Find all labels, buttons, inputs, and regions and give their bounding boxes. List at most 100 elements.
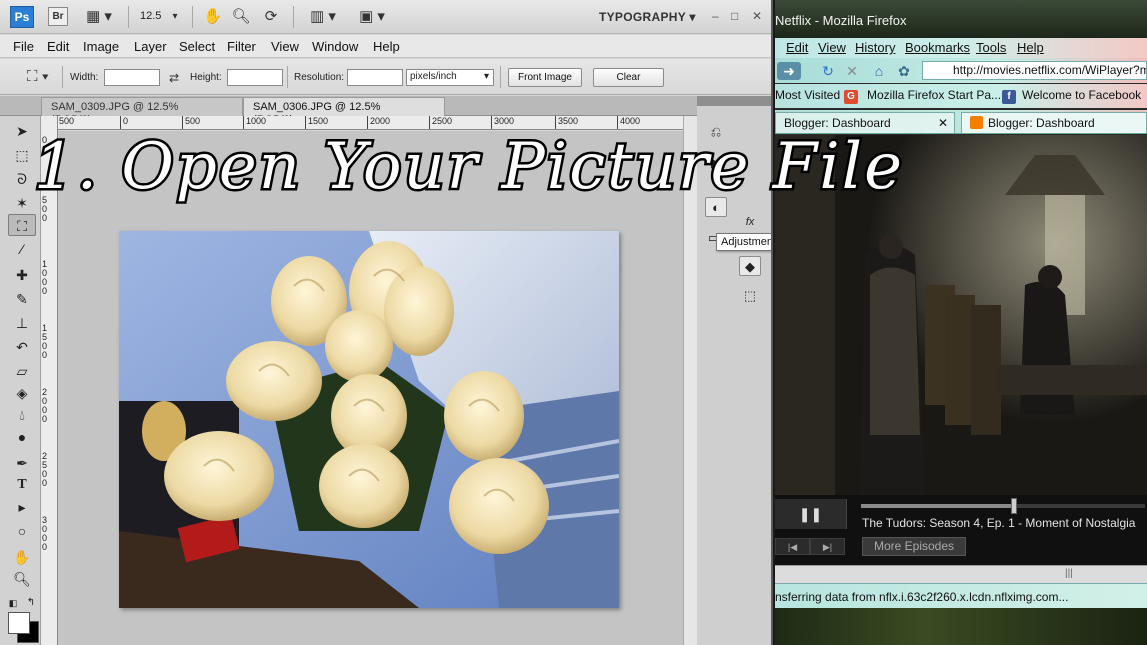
- menu-edit[interactable]: Edit: [47, 39, 69, 54]
- stop-icon[interactable]: ✕: [843, 62, 861, 80]
- swap-dimensions-icon[interactable]: ⇄: [166, 69, 182, 87]
- maximize-button[interactable]: □: [731, 9, 738, 23]
- menu-filter[interactable]: Filter: [227, 39, 256, 54]
- progress-fill: [861, 504, 1015, 508]
- close-button[interactable]: ✕: [752, 9, 762, 23]
- window-title: Netflix - Mozilla Firefox: [775, 13, 907, 28]
- history-brush-tool-icon[interactable]: ↶: [8, 336, 36, 358]
- front-image-button[interactable]: Front Image: [508, 68, 582, 87]
- bookmark-most-visited[interactable]: Most Visited: [775, 88, 840, 102]
- menu-bookmarks[interactable]: Bookmarks: [905, 40, 970, 55]
- firefox-window: Netflix - Mozilla Firefox Edit View Hist…: [775, 0, 1147, 645]
- player-controls: ❚❚ The Tudors: Season 4, Ep. 1 - Moment …: [775, 495, 1147, 565]
- tab-blogger-dashboard-2[interactable]: Blogger: Dashboard: [961, 112, 1147, 133]
- ellipse-tool-icon[interactable]: ○: [8, 520, 36, 542]
- zoom-tool-icon[interactable]: 🔍︎: [231, 8, 251, 26]
- home-icon[interactable]: ⌂: [870, 62, 888, 80]
- pause-button[interactable]: ❚❚: [775, 499, 847, 529]
- adjustments-icon[interactable]: ◐: [705, 197, 727, 217]
- magic-wand-tool-icon[interactable]: ✶: [8, 192, 36, 214]
- url-bar[interactable]: http://movies.netflix.com/WiPlayer?mo: [922, 61, 1147, 80]
- bookmarks-toolbar: Most Visited G Mozilla Firefox Start Pa.…: [775, 84, 1147, 108]
- scroll-grip-icon: |||: [1065, 568, 1073, 579]
- blogger-icon: [970, 116, 983, 129]
- menu-edit[interactable]: Edit: [786, 40, 808, 55]
- marquee-tool-icon[interactable]: ⬚: [8, 144, 36, 166]
- menu-tools[interactable]: Tools: [976, 40, 1006, 55]
- hand-tool-icon[interactable]: ✋: [8, 546, 36, 568]
- document-photo-roses[interactable]: [119, 231, 619, 608]
- bookmark-facebook[interactable]: Welcome to Facebook: [1022, 88, 1141, 102]
- bookmark-firefox-start[interactable]: Mozilla Firefox Start Pa...: [867, 88, 1001, 102]
- addon-icon[interactable]: ✿: [895, 62, 913, 80]
- zoom-level[interactable]: 12.5: [140, 10, 161, 22]
- playback-progress[interactable]: [861, 498, 1145, 514]
- zoom-dropdown-icon[interactable]: ▾: [168, 8, 182, 26]
- rotate-view-icon[interactable]: ⟳: [261, 8, 281, 26]
- menu-help[interactable]: Help: [1017, 40, 1044, 55]
- blur-tool-icon[interactable]: 💧︎: [8, 404, 36, 426]
- workspace-switcher[interactable]: TYPOGRAPHY ▾: [599, 10, 696, 24]
- path-selection-tool-icon[interactable]: ▸: [8, 496, 36, 518]
- minimize-button[interactable]: –: [712, 9, 719, 23]
- dodge-tool-icon[interactable]: ●: [8, 426, 36, 448]
- vertical-scrollbar[interactable]: [683, 116, 697, 645]
- ruler-label: 500: [59, 116, 75, 126]
- menu-layer[interactable]: Layer: [134, 39, 167, 54]
- arrange-documents-icon[interactable]: ▥ ▾: [305, 8, 341, 26]
- reload-icon[interactable]: ↻: [819, 62, 837, 80]
- tab-sam-0306[interactable]: SAM_0306.JPG @ 12.5% (RGB/8)✕: [243, 97, 445, 126]
- forward-icon[interactable]: ➜: [777, 62, 801, 80]
- next-episode-button[interactable]: ▶|: [810, 538, 845, 555]
- menu-select[interactable]: Select: [179, 39, 215, 54]
- menu-window[interactable]: Window: [312, 39, 358, 54]
- brush-tool-icon[interactable]: ✎: [8, 288, 36, 310]
- width-field[interactable]: [104, 69, 160, 86]
- crop-preset-icon[interactable]: ⛶ ▾: [20, 68, 56, 86]
- menu-view[interactable]: View: [818, 40, 846, 55]
- healing-brush-tool-icon[interactable]: ✚: [8, 264, 36, 286]
- menu-view[interactable]: View: [271, 39, 299, 54]
- paint-bucket-tool-icon[interactable]: ◈: [8, 382, 36, 404]
- progress-handle[interactable]: [1011, 498, 1018, 514]
- tab-blogger-dashboard[interactable]: Blogger: Dashboard ✕: [775, 112, 955, 133]
- pen-tool-icon[interactable]: ✒: [8, 452, 36, 474]
- previous-episode-button[interactable]: |◀: [775, 538, 810, 555]
- netflix-video-player[interactable]: [775, 135, 1147, 495]
- history-icon[interactable]: ⎌: [705, 122, 727, 142]
- menu-image[interactable]: Image: [83, 39, 119, 54]
- foreground-color-swatch[interactable]: [8, 612, 30, 634]
- resolution-field[interactable]: [347, 69, 403, 86]
- resolution-units-select[interactable]: pixels/inch ▾: [406, 69, 494, 86]
- styles-icon[interactable]: fx: [739, 212, 761, 232]
- menu-history[interactable]: History: [855, 40, 895, 55]
- bridge-button[interactable]: Br: [48, 7, 68, 26]
- default-colors-icon[interactable]: ◧: [6, 592, 20, 614]
- move-tool-icon[interactable]: ➤: [8, 120, 36, 142]
- lasso-tool-icon[interactable]: ᘐ: [8, 168, 36, 190]
- screen-mode-icon[interactable]: ▣ ▾: [354, 8, 390, 26]
- tab-sam-0309[interactable]: SAM_0309.JPG @ 12.5% (RGB/8)✕: [41, 97, 243, 126]
- swap-colors-icon[interactable]: ↰: [24, 592, 38, 614]
- more-episodes-button[interactable]: More Episodes: [862, 537, 966, 556]
- view-extras-icon[interactable]: ▦ ▾: [82, 8, 116, 26]
- menu-help[interactable]: Help: [373, 39, 400, 54]
- actions-icon[interactable]: ▶: [705, 153, 727, 173]
- layers-icon[interactable]: ◆: [739, 256, 761, 276]
- clone-stamp-tool-icon[interactable]: ⊥: [8, 312, 36, 334]
- clear-button[interactable]: Clear: [593, 68, 664, 87]
- eraser-tool-icon[interactable]: ▱: [8, 360, 36, 382]
- close-icon[interactable]: ✕: [938, 116, 948, 130]
- height-field[interactable]: [227, 69, 283, 86]
- eyedropper-tool-icon[interactable]: ⁄: [8, 238, 36, 260]
- panel-dock-header[interactable]: [697, 96, 771, 106]
- status-bar: nsferring data from nflx.i.63c2f260.x.lc…: [775, 583, 1147, 608]
- hand-tool-icon[interactable]: ✋: [203, 8, 223, 26]
- zoom-tool-icon[interactable]: 🔍︎: [8, 568, 36, 590]
- ruler-label: 500: [181, 116, 201, 129]
- crop-tool-icon[interactable]: ⛶: [8, 214, 36, 236]
- type-tool-icon[interactable]: T: [8, 474, 36, 496]
- paths-icon[interactable]: ⬚: [739, 286, 761, 306]
- horizontal-scrollbar[interactable]: |||: [775, 565, 1147, 583]
- menu-file[interactable]: File: [13, 39, 34, 54]
